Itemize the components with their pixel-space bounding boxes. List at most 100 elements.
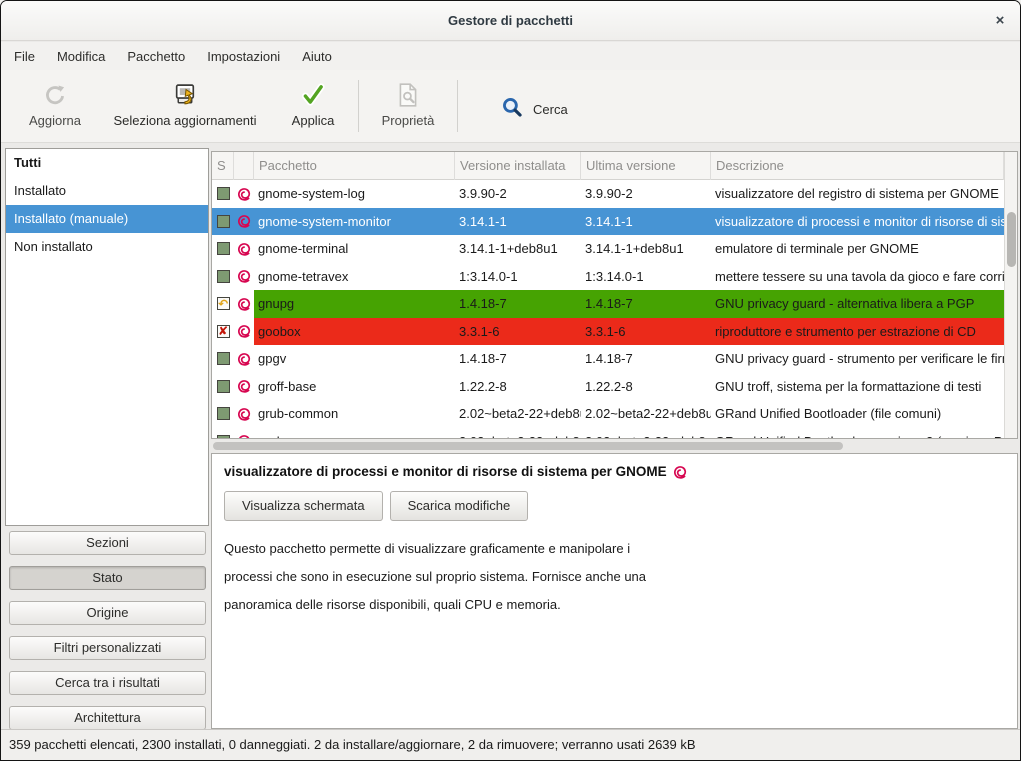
window-title: Gestore di pacchetti xyxy=(1,13,1020,28)
search-icon xyxy=(501,96,524,122)
horizontal-scrollbar-thumb[interactable] xyxy=(213,442,843,450)
package-description: visualizzatore di processi e monitor di … xyxy=(711,214,1004,229)
apply-button[interactable]: Applica xyxy=(269,76,357,136)
debian-swirl-icon xyxy=(237,352,251,366)
debian-swirl-icon xyxy=(237,297,251,311)
table-row[interactable]: gnome-terminal 3.14.1-1+deb8u1 3.14.1-1+… xyxy=(212,235,1004,263)
latest-version: 3.9.90-2 xyxy=(581,186,711,201)
table-row[interactable]: groff-base 1.22.2-8 1.22.2-8 GNU troff, … xyxy=(212,373,1004,401)
properties-icon xyxy=(396,80,420,110)
latest-version: 3.3.1-6 xyxy=(581,318,711,346)
status-button[interactable]: Stato xyxy=(9,566,206,590)
table-row[interactable]: goobox 3.3.1-6 3.3.1-6 riproduttore e st… xyxy=(212,318,1004,346)
table-row[interactable]: gpgv 1.4.18-7 1.4.18-7 GNU privacy guard… xyxy=(212,345,1004,373)
installed-version: 3.9.90-2 xyxy=(455,186,581,201)
column-header-installed-version[interactable]: Versione installata xyxy=(455,152,581,180)
package-description: GNU privacy guard - alternativa libera a… xyxy=(711,290,1004,318)
package-description: GRand Unified Bootloader (file comuni) xyxy=(711,406,1004,421)
installed-version: 2.02~beta2-22+deb8u1 xyxy=(455,406,581,421)
menu-file[interactable]: File xyxy=(3,45,46,68)
latest-version: 2.02~beta2-22+deb8u1 xyxy=(581,406,711,421)
vertical-scrollbar[interactable] xyxy=(1004,152,1017,438)
package-name: goobox xyxy=(254,318,455,346)
menu-pacchetto[interactable]: Pacchetto xyxy=(116,45,196,68)
search-results-button[interactable]: Cerca tra i risultati xyxy=(9,671,206,695)
latest-version: 2.02~beta2-22+deb8u1 xyxy=(581,434,711,438)
package-status-icon xyxy=(217,242,230,255)
package-table: S Pacchetto Versione installata Ultima v… xyxy=(211,151,1018,439)
properties-button[interactable]: Proprietà xyxy=(360,76,456,136)
reload-icon xyxy=(42,80,68,110)
installed-version: 2.02~beta2-22+deb8u1 xyxy=(455,434,581,438)
column-header-package[interactable]: Pacchetto xyxy=(254,152,455,180)
package-status-upgrade-icon xyxy=(217,297,230,310)
table-row[interactable]: gnome-tetravex 1:3.14.0-1 1:3.14.0-1 met… xyxy=(212,263,1004,291)
latest-version: 1.22.2-8 xyxy=(581,379,711,394)
get-changelog-button[interactable]: Scarica modifiche xyxy=(390,491,529,521)
custom-filters-button[interactable]: Filtri personalizzati xyxy=(9,636,206,660)
package-name: gnupg xyxy=(254,290,455,318)
get-screenshot-button[interactable]: Visualizza schermata xyxy=(224,491,383,521)
package-description: visualizzatore del registro di sistema p… xyxy=(711,186,1004,201)
architecture-button[interactable]: Architettura xyxy=(9,706,206,730)
debian-swirl-icon xyxy=(237,379,251,393)
column-header-status[interactable]: S xyxy=(212,152,234,180)
details-title: visualizzatore di processi e monitor di … xyxy=(224,464,667,479)
menu-aiuto[interactable]: Aiuto xyxy=(291,45,343,68)
filter-item-tutti[interactable]: Tutti xyxy=(6,149,208,177)
package-name: grub-common xyxy=(254,406,455,421)
package-status-icon xyxy=(217,352,230,365)
package-status-icon xyxy=(217,380,230,393)
package-name: grub-pc xyxy=(254,434,455,438)
column-header-origin[interactable] xyxy=(234,152,254,180)
vertical-scrollbar-thumb[interactable] xyxy=(1007,212,1016,267)
latest-version: 3.14.1-1 xyxy=(581,214,711,229)
table-row[interactable]: gnome-system-monitor 3.14.1-1 3.14.1-1 v… xyxy=(212,208,1004,236)
filter-item-installato[interactable]: Installato xyxy=(6,177,208,205)
close-icon[interactable]: × xyxy=(990,11,1010,31)
filter-item-non-installato[interactable]: Non installato xyxy=(6,233,208,261)
origin-button[interactable]: Origine xyxy=(9,601,206,625)
menu-impostazioni[interactable]: Impostazioni xyxy=(196,45,291,68)
mark-all-upgrades-button[interactable]: Seleziona aggiornamenti xyxy=(101,76,269,136)
main-content: Tutti Installato Installato (manuale) No… xyxy=(1,143,1020,731)
installed-version: 3.14.1-1 xyxy=(455,214,581,229)
package-status-icon xyxy=(217,215,230,228)
statusbar-text: 359 pacchetti elencati, 2300 installati,… xyxy=(9,737,696,752)
table-row[interactable]: gnupg 1.4.18-7 1.4.18-7 GNU privacy guar… xyxy=(212,290,1004,318)
package-description: GRand Unified Bootloader, versione 2 (ve… xyxy=(711,434,1004,438)
package-status-icon xyxy=(217,187,230,200)
filter-item-installato-manuale[interactable]: Installato (manuale) xyxy=(6,205,208,233)
package-name: gnome-system-log xyxy=(254,186,455,201)
table-row[interactable]: grub-pc 2.02~beta2-22+deb8u1 2.02~beta2-… xyxy=(212,428,1004,439)
installed-version: 1:3.14.0-1 xyxy=(455,269,581,284)
column-header-description[interactable]: Descrizione xyxy=(711,152,1004,180)
package-description: emulatore di terminale per GNOME xyxy=(711,241,1004,256)
debian-swirl-icon xyxy=(673,465,687,479)
latest-version: 3.14.1-1+deb8u1 xyxy=(581,241,711,256)
search-label: Cerca xyxy=(533,102,568,117)
package-name: gnome-tetravex xyxy=(254,269,455,284)
mark-all-upgrades-icon xyxy=(172,80,199,110)
toolbar-separator xyxy=(358,80,359,132)
table-row[interactable]: grub-common 2.02~beta2-22+deb8u1 2.02~be… xyxy=(212,400,1004,428)
menu-modifica[interactable]: Modifica xyxy=(46,45,116,68)
properties-label: Proprietà xyxy=(382,113,435,128)
details-title-row: visualizzatore di processi e monitor di … xyxy=(224,464,1005,479)
package-status-icon xyxy=(217,407,230,420)
package-description: GNU privacy guard - strumento per verifi… xyxy=(711,351,1004,366)
package-name: groff-base xyxy=(254,379,455,394)
installed-version: 1.22.2-8 xyxy=(455,379,581,394)
package-description: mettere tessere su una tavola da gioco e… xyxy=(711,269,1004,284)
column-header-latest-version[interactable]: Ultima versione xyxy=(581,152,711,180)
table-row[interactable]: gnome-system-log 3.9.90-2 3.9.90-2 visua… xyxy=(212,180,1004,208)
filter-list: Tutti Installato Installato (manuale) No… xyxy=(5,148,209,526)
installed-version: 1.4.18-7 xyxy=(455,351,581,366)
search-button[interactable]: Cerca xyxy=(493,92,576,126)
titlebar[interactable]: Gestore di pacchetti × xyxy=(1,1,1020,41)
horizontal-scrollbar[interactable] xyxy=(211,440,1018,452)
menubar: File Modifica Pacchetto Impostazioni Aiu… xyxy=(1,42,1020,70)
sections-button[interactable]: Sezioni xyxy=(9,531,206,555)
reload-button[interactable]: Aggiorna xyxy=(9,76,101,136)
installed-version: 1.4.18-7 xyxy=(455,290,581,318)
